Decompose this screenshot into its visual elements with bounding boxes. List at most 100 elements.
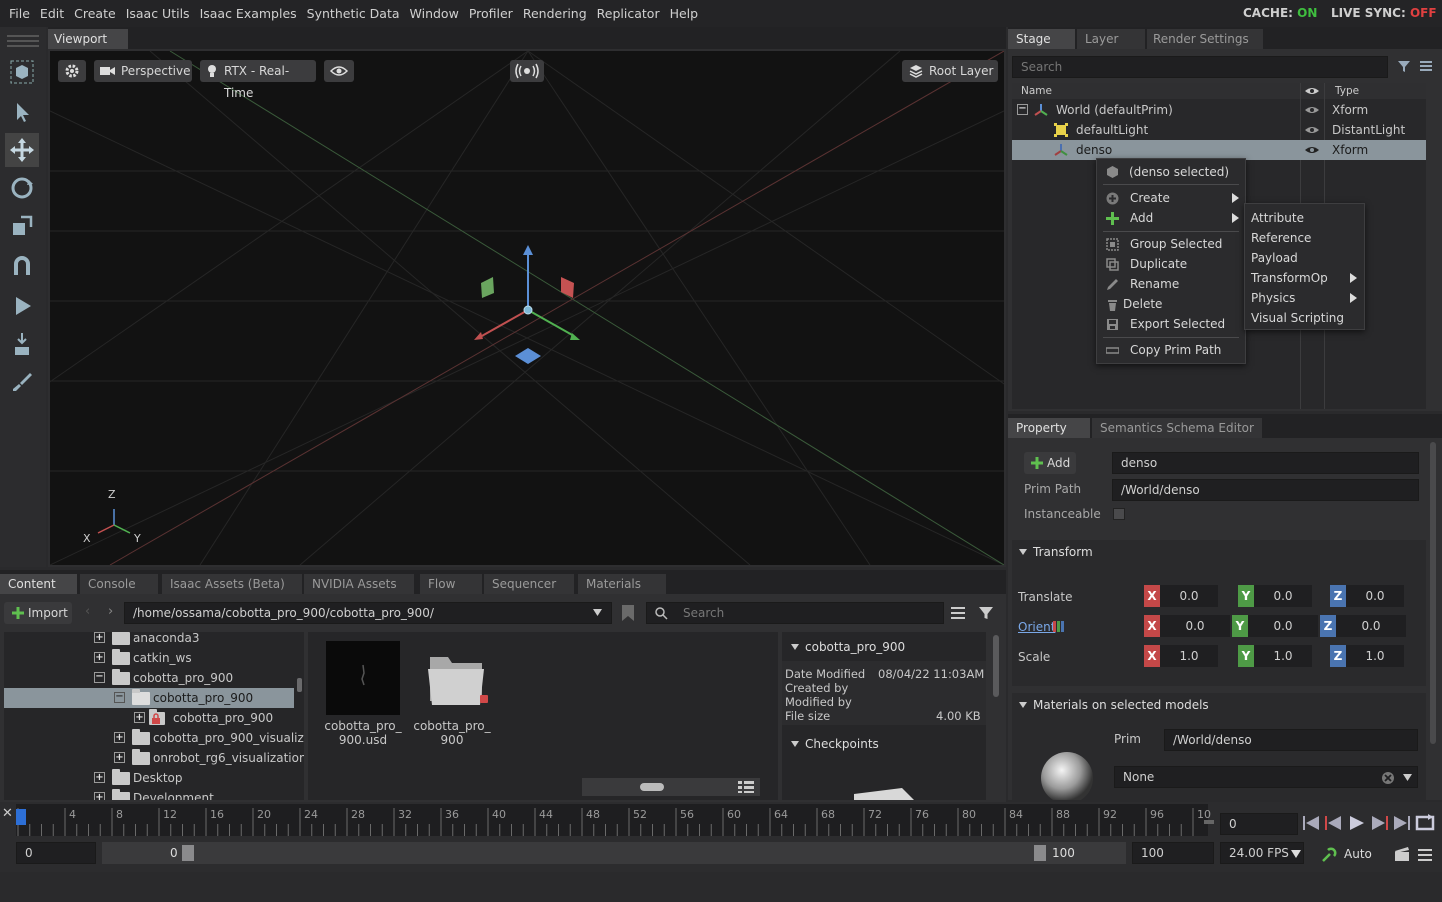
filter-icon[interactable] bbox=[1397, 59, 1411, 73]
menu-replicator[interactable]: Replicator bbox=[592, 6, 665, 21]
eye-icon[interactable] bbox=[1304, 86, 1320, 96]
menu-synthetic-data[interactable]: Synthetic Data bbox=[302, 6, 405, 21]
submenu-item-transformop[interactable]: TransformOp bbox=[1245, 268, 1364, 288]
translate-y-field[interactable]: 0.0 bbox=[1254, 585, 1312, 607]
slider-handle[interactable] bbox=[640, 783, 664, 791]
material-select[interactable]: None bbox=[1114, 766, 1418, 788]
stage-row-denso[interactable]: denso Xform bbox=[1012, 140, 1426, 160]
collapse-icon[interactable]: − bbox=[94, 672, 105, 683]
grid-size-slider[interactable] bbox=[582, 778, 760, 796]
auto-label[interactable]: Auto bbox=[1344, 847, 1372, 861]
tree-scrollbar[interactable] bbox=[297, 678, 302, 692]
expand-icon[interactable]: + bbox=[94, 632, 105, 643]
orient-x-field[interactable]: 0.0 bbox=[1160, 615, 1230, 637]
physics-tool-button[interactable] bbox=[5, 327, 39, 361]
submenu-item-physics[interactable]: Physics bbox=[1245, 288, 1364, 308]
file-item-usd[interactable]: cobotta_pro_ 900.usd bbox=[324, 641, 402, 755]
prim-name-field[interactable]: denso bbox=[1112, 452, 1419, 474]
folder-item[interactable]: + onrobot_rg6_visualization bbox=[4, 748, 304, 768]
current-frame-field[interactable]: 0 bbox=[1220, 813, 1298, 835]
step-forward-icon[interactable] bbox=[1392, 815, 1410, 831]
next-keyframe-icon[interactable] bbox=[1370, 815, 1388, 831]
folder-item[interactable]: + anaconda3 bbox=[4, 632, 304, 648]
folder-item[interactable]: + cobotta_pro_900 bbox=[4, 708, 304, 728]
close-icon[interactable]: ✕ bbox=[2, 806, 13, 821]
collapse-icon[interactable]: − bbox=[1017, 104, 1028, 115]
playhead[interactable] bbox=[16, 809, 26, 825]
translate-z-field[interactable]: 0.0 bbox=[1346, 585, 1404, 607]
range-end-handle[interactable] bbox=[1034, 845, 1046, 861]
menu-profiler[interactable]: Profiler bbox=[464, 6, 518, 21]
play-button[interactable] bbox=[5, 289, 39, 323]
viewport-settings-button[interactable] bbox=[58, 60, 86, 82]
tab-property[interactable]: Property bbox=[1008, 418, 1090, 438]
file-item-folder[interactable]: cobotta_pro_ 900 bbox=[413, 641, 491, 755]
eye-icon[interactable] bbox=[1304, 105, 1320, 115]
context-item-delete[interactable]: Delete bbox=[1097, 294, 1245, 314]
submenu-item-visual-scripting[interactable]: Visual Scripting bbox=[1245, 308, 1364, 328]
folder-item[interactable]: + Development bbox=[4, 788, 304, 800]
orient-z-field[interactable]: 0.0 bbox=[1336, 615, 1406, 637]
context-item-create[interactable]: Create bbox=[1097, 188, 1245, 208]
folder-item[interactable]: + Desktop bbox=[4, 768, 304, 788]
context-item-add[interactable]: Add bbox=[1097, 208, 1245, 228]
timeline-ruler[interactable]: 4 8 12 16 20 24 28 32 36 40 44 48 52 56 60 64 68 72 76 80 84… bbox=[16, 804, 1211, 836]
property-scrollbar[interactable] bbox=[1430, 442, 1436, 744]
context-item-duplicate[interactable]: Duplicate bbox=[1097, 254, 1245, 274]
menu-create[interactable]: Create bbox=[69, 6, 121, 21]
context-item-export-selected[interactable]: Export Selected bbox=[1097, 314, 1245, 334]
tab-render-settings[interactable]: Render Settings bbox=[1147, 29, 1263, 49]
material-prim-field[interactable]: /World/denso bbox=[1164, 729, 1418, 751]
tab-layer[interactable]: Layer bbox=[1077, 29, 1145, 49]
orient-y-field[interactable]: 0.0 bbox=[1248, 615, 1318, 637]
prev-keyframe-icon[interactable] bbox=[1325, 815, 1343, 831]
live-sync-status[interactable]: LIVE SYNC: OFF bbox=[1331, 6, 1437, 20]
tab-stage[interactable]: Stage bbox=[1008, 29, 1075, 49]
stage-row-defaultlight[interactable]: defaultLight DistantLight bbox=[1012, 120, 1426, 140]
filter-icon[interactable] bbox=[979, 606, 993, 620]
expand-icon[interactable]: + bbox=[134, 712, 145, 723]
timeline-collapse-handle[interactable] bbox=[1204, 820, 1214, 824]
menu-isaac-utils[interactable]: Isaac Utils bbox=[121, 6, 195, 21]
tab-semantics-schema-editor[interactable]: Semantics Schema Editor bbox=[1092, 418, 1262, 438]
menu-lines-icon[interactable] bbox=[1418, 848, 1432, 862]
rotate-tool-button[interactable] bbox=[5, 171, 39, 205]
snap-tool-button[interactable] bbox=[5, 249, 39, 283]
fps-select[interactable]: 24.00 FPS bbox=[1220, 842, 1304, 864]
rotation-order-icon[interactable] bbox=[1053, 621, 1065, 632]
back-arrow-icon[interactable]: ‹ bbox=[85, 604, 90, 619]
paint-tool-button[interactable] bbox=[5, 365, 39, 399]
menu-help[interactable]: Help bbox=[665, 6, 704, 21]
step-back-icon[interactable] bbox=[1303, 815, 1321, 831]
menu-rendering[interactable]: Rendering bbox=[518, 6, 592, 21]
forward-arrow-icon[interactable]: › bbox=[108, 604, 113, 619]
tab-console[interactable]: Console bbox=[80, 574, 158, 594]
stage-search-input[interactable] bbox=[1012, 56, 1388, 78]
menu-lines-icon[interactable] bbox=[951, 606, 965, 620]
submenu-item-attribute[interactable]: Attribute bbox=[1245, 208, 1364, 228]
pointer-tool-button[interactable] bbox=[5, 95, 39, 129]
expand-icon[interactable]: + bbox=[114, 732, 125, 743]
orient-label[interactable]: Orient bbox=[1018, 620, 1055, 634]
folder-item-selected[interactable]: − cobotta_pro_900 bbox=[4, 688, 294, 708]
checkpoints-header[interactable]: Checkpoints bbox=[805, 737, 879, 751]
collapse-icon[interactable]: − bbox=[114, 692, 125, 703]
scale-x-field[interactable]: 1.0 bbox=[1160, 645, 1218, 667]
tab-content[interactable]: Content bbox=[0, 574, 77, 594]
tab-sequencer[interactable]: Sequencer bbox=[484, 574, 574, 594]
menu-window[interactable]: Window bbox=[405, 6, 464, 21]
tab-materials[interactable]: Materials bbox=[578, 574, 666, 594]
folder-item[interactable]: + cobotta_pro_900_visualiza bbox=[4, 728, 304, 748]
content-search-field[interactable]: Search bbox=[646, 602, 944, 624]
transform-header[interactable]: Transform bbox=[1012, 540, 1426, 564]
folder-item[interactable]: + catkin_ws bbox=[4, 648, 304, 668]
play-icon[interactable] bbox=[1349, 815, 1365, 831]
scale-y-field[interactable]: 1.0 bbox=[1254, 645, 1312, 667]
loop-icon[interactable] bbox=[1414, 813, 1436, 833]
tab-isaac-assets[interactable]: Isaac Assets (Beta) bbox=[162, 574, 302, 594]
context-item-group-selected[interactable]: Group Selected bbox=[1097, 234, 1245, 254]
translate-x-field[interactable]: 0.0 bbox=[1160, 585, 1218, 607]
start-frame-field[interactable]: 0 bbox=[16, 842, 96, 864]
path-field[interactable]: /home/ossama/cobotta_pro_900/cobotta_pro… bbox=[124, 602, 612, 624]
menu-edit[interactable]: Edit bbox=[35, 6, 69, 21]
